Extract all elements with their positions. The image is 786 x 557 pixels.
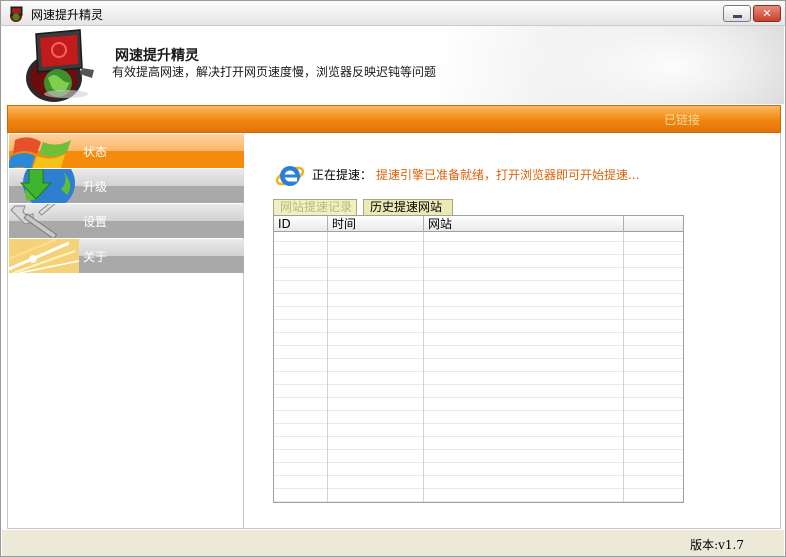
tab-speedup-records[interactable]: 网站提速记录 bbox=[273, 199, 357, 215]
column-header-id[interactable]: ID bbox=[274, 216, 328, 232]
history-table[interactable]: ID 时间 网站 bbox=[273, 215, 684, 503]
sidebar: 状态 升级 设置 关于 bbox=[7, 133, 244, 529]
window-title: 网速提升精灵 bbox=[31, 8, 104, 22]
table-header: ID 时间 网站 bbox=[274, 216, 683, 232]
tab-history-sites[interactable]: 历史提速网站 bbox=[363, 199, 453, 215]
title-bar: 网速提升精灵 ✕ bbox=[0, 0, 786, 26]
close-button[interactable]: ✕ bbox=[753, 5, 781, 22]
download-globe-icon bbox=[19, 169, 75, 203]
column-divider bbox=[327, 232, 328, 502]
app-title: 网速提升精灵 bbox=[115, 48, 199, 64]
close-icon: ✕ bbox=[762, 7, 772, 20]
sidebar-item-label: 设置 bbox=[83, 215, 108, 229]
sidebar-item-settings[interactable]: 设置 bbox=[9, 204, 244, 238]
column-divider bbox=[423, 232, 424, 502]
sidebar-item-status[interactable]: 状态 bbox=[9, 134, 244, 168]
wrench-tools-icon bbox=[10, 204, 67, 238]
sidebar-item-label: 关于 bbox=[83, 250, 108, 264]
windows-logo-icon bbox=[9, 137, 71, 168]
column-divider bbox=[623, 232, 624, 502]
connection-status: 已链接 bbox=[663, 113, 700, 127]
minimize-icon bbox=[733, 15, 742, 18]
window-frame: 网速提升精灵 有效提高网速，解决打开网页速度慢，浏览器反映迟钝等问题 已链接 状… bbox=[0, 26, 786, 557]
app-logo-icon bbox=[10, 6, 23, 22]
main-content: 正在提速： 提速引擎已准备就绪，打开浏览器即可开始提速... 网站提速记录 历史… bbox=[244, 133, 781, 529]
status-bar: 已链接 bbox=[7, 105, 781, 133]
column-header-site[interactable]: 网站 bbox=[424, 216, 624, 232]
sidebar-item-upgrade[interactable]: 升级 bbox=[9, 169, 244, 203]
internet-explorer-icon bbox=[275, 166, 305, 186]
header-banner: 网速提升精灵 有效提高网速，解决打开网页速度慢，浏览器反映迟钝等问题 bbox=[2, 26, 784, 104]
banner-decoration bbox=[524, 26, 784, 104]
speedup-status-message: 提速引擎已准备就绪，打开浏览器即可开始提速... bbox=[376, 168, 640, 182]
sidebar-item-label: 状态 bbox=[83, 145, 108, 159]
column-header-time[interactable]: 时间 bbox=[328, 216, 424, 232]
light-burst-icon bbox=[9, 239, 79, 273]
sidebar-item-about[interactable]: 关于 bbox=[9, 239, 244, 273]
app-banner-logo-icon bbox=[26, 29, 94, 102]
minimize-button[interactable] bbox=[723, 5, 751, 22]
sidebar-item-label: 升级 bbox=[83, 180, 108, 194]
app-subtitle: 有效提高网速，解决打开网页速度慢，浏览器反映迟钝等问题 bbox=[112, 65, 437, 79]
column-header-extra[interactable] bbox=[624, 216, 683, 232]
version-label: 版本:v1.7 bbox=[690, 538, 744, 552]
speedup-status-label: 正在提速： bbox=[312, 168, 373, 182]
footer: 版本:v1.7 bbox=[2, 530, 784, 556]
